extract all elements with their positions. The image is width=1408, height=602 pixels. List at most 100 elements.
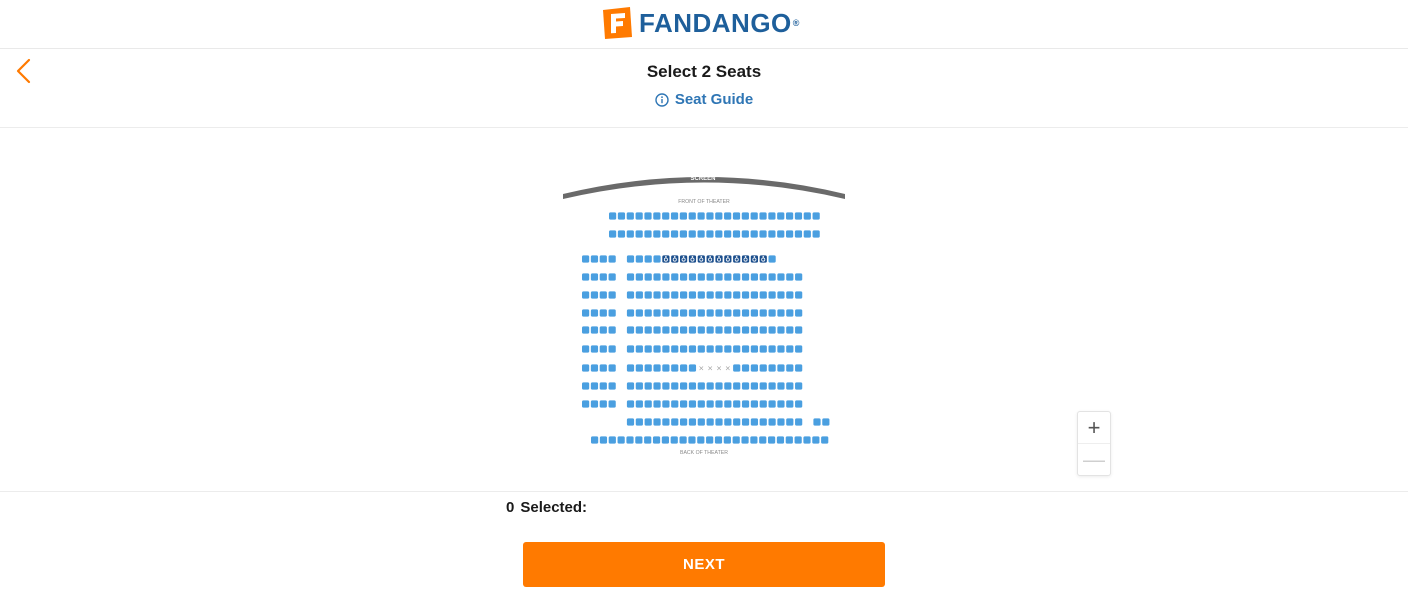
seat[interactable] [697,291,705,299]
seat[interactable] [644,230,652,238]
seat[interactable] [786,230,794,238]
seat[interactable] [653,345,661,353]
seat[interactable] [812,230,820,238]
seat[interactable] [741,212,749,220]
seat[interactable] [786,400,794,408]
seat[interactable] [635,273,643,281]
seat[interactable] [671,400,679,408]
seat[interactable] [803,212,811,220]
seat[interactable] [741,345,750,353]
seat[interactable] [599,291,607,299]
seat[interactable] [680,418,688,426]
seat[interactable] [635,436,643,444]
seat[interactable] [786,418,794,426]
seat[interactable] [662,326,670,334]
seat[interactable] [662,291,670,299]
seat[interactable] [653,309,661,317]
seat[interactable] [733,309,741,317]
seat[interactable] [786,326,794,334]
seat[interactable] [662,345,670,353]
seat[interactable] [635,400,643,408]
seat[interactable] [590,255,599,263]
seat[interactable] [680,326,688,334]
seat[interactable] [732,212,741,220]
seat[interactable] [582,382,590,390]
seat[interactable] [777,212,785,220]
seat[interactable] [786,291,794,299]
seat[interactable] [608,309,616,317]
seat[interactable] [680,273,688,281]
seat[interactable] [626,309,635,317]
seat[interactable] [759,364,767,372]
seat[interactable] [662,418,670,426]
seat[interactable] [644,326,652,334]
seat[interactable] [741,273,750,281]
seat-guide-link[interactable]: Seat Guide [0,91,1408,111]
seat[interactable] [750,345,758,353]
seat[interactable] [741,436,749,444]
seat[interactable] [688,418,697,426]
seat[interactable] [715,326,723,334]
seat[interactable] [626,273,635,281]
seat[interactable] [653,364,661,372]
seat[interactable] [582,345,590,353]
seat[interactable] [635,364,643,372]
seat[interactable] [706,436,714,444]
seat[interactable] [662,382,670,390]
seat[interactable] [662,230,670,238]
seat[interactable] [768,418,776,426]
seat[interactable] [715,273,723,281]
seat[interactable] [644,418,652,426]
seat[interactable] [750,230,758,238]
seat[interactable] [777,291,785,299]
seat[interactable] [635,230,643,238]
seat[interactable] [768,382,776,390]
seat[interactable] [785,436,793,444]
seat[interactable] [591,436,599,444]
seat[interactable] [768,436,776,444]
seat[interactable] [741,418,750,426]
seat[interactable] [671,326,679,334]
seat[interactable] [635,212,643,220]
seat[interactable] [741,230,749,238]
seat[interactable] [671,309,679,317]
seat[interactable] [697,309,705,317]
seat[interactable] [608,273,616,281]
seat[interactable] [653,326,661,334]
seat[interactable] [803,436,811,444]
seat[interactable] [706,418,714,426]
seat[interactable] [582,364,590,372]
seat[interactable] [759,309,767,317]
seat[interactable] [733,273,741,281]
seat[interactable] [724,382,732,390]
seat[interactable] [759,345,767,353]
seat[interactable] [688,212,696,220]
seat[interactable] [688,230,696,238]
seat[interactable] [626,436,634,444]
seat[interactable] [697,273,705,281]
seat[interactable] [644,400,652,408]
seat[interactable] [706,273,714,281]
seat[interactable] [626,400,635,408]
seat[interactable] [608,382,616,390]
seat[interactable] [590,326,599,334]
seat[interactable] [786,364,794,372]
seat[interactable] [715,309,723,317]
seat[interactable] [768,230,776,238]
seat[interactable] [653,255,661,263]
seat[interactable] [777,345,785,353]
seat[interactable] [697,436,705,444]
seat[interactable] [795,291,803,299]
seat[interactable] [759,400,767,408]
seat[interactable] [617,436,625,444]
seat[interactable] [795,309,803,317]
seat[interactable] [733,382,741,390]
seat[interactable] [706,291,714,299]
seat[interactable] [599,345,607,353]
seat[interactable] [777,309,785,317]
seat[interactable] [786,345,794,353]
seat[interactable] [688,326,697,334]
seat[interactable] [626,212,634,220]
seat[interactable] [813,418,821,426]
seat[interactable] [671,273,679,281]
